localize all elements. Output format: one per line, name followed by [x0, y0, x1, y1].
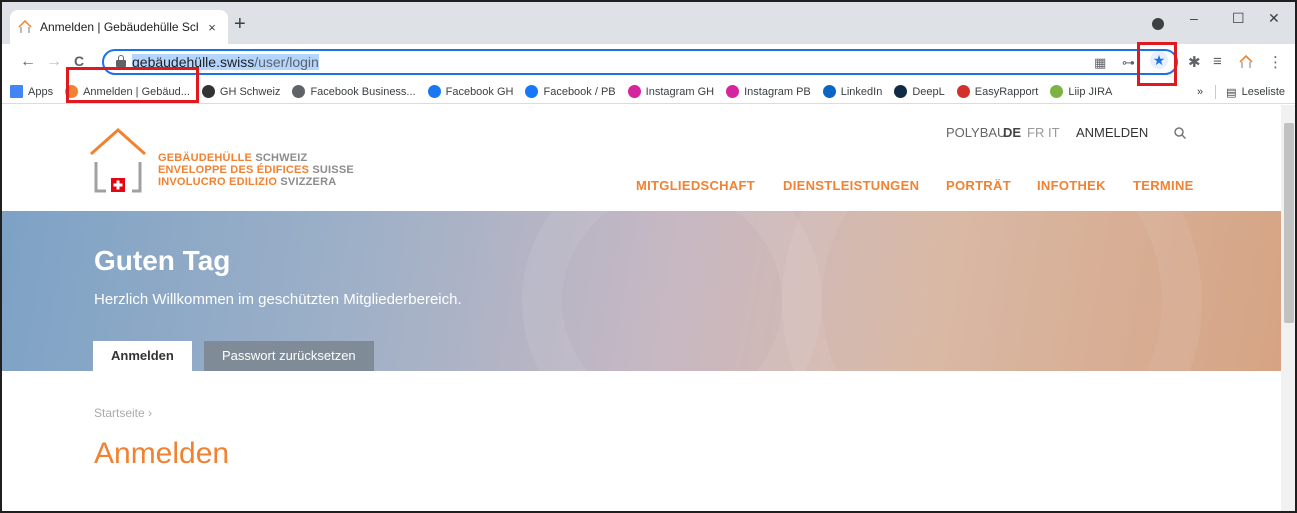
reading-list-icon: ▤ — [1226, 86, 1237, 99]
bookmark-item[interactable]: Instagram PB — [726, 85, 811, 98]
forward-button[interactable]: → — [46, 53, 62, 71]
bookmark-label: Apps — [28, 85, 54, 98]
hero-subtitle: Herzlich Willkommen im geschützten Mitgl… — [94, 291, 462, 308]
profile-icon[interactable] — [1152, 18, 1164, 30]
bookmark-item[interactable]: Instagram GH — [627, 85, 715, 98]
nav-mitgliedschaft[interactable]: MITGLIEDSCHAFT — [636, 178, 755, 193]
logo-line-3-bold: INVOLUCRO EDILIZIO — [158, 176, 278, 188]
browser-tab[interactable]: Anmelden | Gebäudehülle Schwe × — [10, 10, 228, 44]
facebook-icon — [525, 85, 539, 98]
logo-line-3: INVOLUCRO EDILIZIO SVIZZERA — [158, 176, 336, 188]
reading-list-icon[interactable]: ≡ — [1213, 53, 1222, 70]
bookmark-label: EasyRapport — [974, 85, 1039, 98]
decorative-ring — [522, 211, 822, 371]
new-tab-button[interactable]: + — [234, 14, 246, 34]
more-bookmarks-button[interactable]: » — [1197, 86, 1203, 98]
site-logo[interactable]: GEBÄUDEHÜLLE SCHWEIZ ENVELOPPE DES ÉDIFI… — [88, 127, 354, 195]
bookmark-item[interactable]: Apps — [10, 85, 53, 98]
close-tab-icon[interactable]: × — [204, 20, 220, 35]
logo-line-2-bold: ENVELOPPE DES ÉDIFICES — [158, 164, 310, 176]
bookmark-label: Facebook GH — [445, 85, 514, 98]
facebook-business-icon — [292, 85, 306, 98]
nav-polybau[interactable]: POLYBAU — [946, 125, 1006, 140]
hero-title: Guten Tag — [94, 245, 231, 276]
nav-portraet[interactable]: PORTRÄT — [946, 178, 1011, 193]
instagram-icon — [726, 85, 740, 98]
logo-line-1-rest: SCHWEIZ — [255, 152, 308, 164]
gh-icon — [201, 85, 215, 98]
gh-extension-icon[interactable] — [1238, 54, 1254, 70]
tab-strip: Anmelden | Gebäudehülle Schwe × + – ☐ ✕ — [2, 2, 1295, 44]
bookmark-label: Facebook / PB — [543, 85, 616, 98]
address-bar[interactable]: gebäudehülle.swiss/user/login ▦ ⊶ — [102, 49, 1178, 75]
extensions-icon[interactable]: ✱ — [1188, 53, 1201, 71]
logo-line-2: ENVELOPPE DES ÉDIFICES SUISSE — [158, 164, 354, 176]
lang-de[interactable]: DE — [1003, 125, 1021, 140]
bookmark-item[interactable]: Facebook / PB — [525, 85, 616, 98]
nav-termine[interactable]: TERMINE — [1133, 178, 1194, 193]
bookmarks-right: » ▤ Leseliste — [1197, 85, 1285, 99]
highlight-box-star — [1137, 42, 1177, 86]
house-logo-icon — [90, 127, 146, 193]
bookmark-label: Facebook Business... — [310, 85, 416, 98]
bookmark-item[interactable]: DeepL — [894, 85, 945, 98]
logo-line-1: GEBÄUDEHÜLLE SCHWEIZ — [158, 152, 307, 164]
bookmark-item[interactable]: GH Schweiz — [201, 85, 281, 98]
bookmark-item[interactable]: Liip JIRA — [1050, 85, 1112, 98]
bookmark-item[interactable]: Facebook Business... — [292, 85, 416, 98]
search-icon[interactable] — [1174, 127, 1186, 139]
nav-login[interactable]: ANMELDEN — [1076, 125, 1148, 140]
bookmark-label: GH Schweiz — [219, 85, 281, 98]
facebook-icon — [427, 85, 441, 98]
back-button[interactable]: ← — [20, 53, 36, 71]
logo-line-1-bold: GEBÄUDEHÜLLE — [158, 152, 253, 164]
bookmark-item[interactable]: Facebook GH — [427, 85, 514, 98]
scrollbar-thumb[interactable] — [1284, 123, 1294, 323]
nav-infothek[interactable]: INFOTHEK — [1037, 178, 1106, 193]
apps-grid-icon — [10, 85, 23, 98]
highlight-box-bookmark — [66, 67, 199, 103]
bookmark-item[interactable]: EasyRapport — [956, 85, 1039, 98]
jira-icon — [1050, 85, 1064, 98]
breadcrumb[interactable]: Startseite › — [94, 406, 152, 420]
qr-code-icon[interactable]: ▦ — [1094, 55, 1106, 71]
bookmark-label: Liip JIRA — [1068, 85, 1113, 98]
tab-anmelden[interactable]: Anmelden — [93, 341, 192, 371]
easyrapport-icon — [956, 85, 970, 98]
lock-icon[interactable] — [116, 55, 126, 67]
browser-window: Anmelden | Gebäudehülle Schwe × + – ☐ ✕ … — [0, 0, 1297, 513]
logo-line-3-rest: SVIZZERA — [280, 176, 337, 188]
page-title: Anmelden — [94, 437, 230, 470]
gh-house-icon — [18, 20, 32, 33]
tab-title: Anmelden | Gebäudehülle Schwe — [40, 20, 198, 34]
lang-fr[interactable]: FR — [1027, 125, 1044, 140]
tab-passwort-zuruecksetzen[interactable]: Passwort zurücksetzen — [204, 341, 374, 371]
bookmark-label: Instagram PB — [744, 85, 811, 98]
key-icon[interactable]: ⊶ — [1122, 55, 1135, 71]
minimize-button[interactable]: – — [1190, 10, 1198, 26]
bookmark-label: DeepL — [912, 85, 945, 98]
bookmark-item[interactable]: LinkedIn — [822, 85, 883, 98]
reading-list-label[interactable]: Leseliste — [1242, 86, 1285, 98]
page-content: GEBÄUDEHÜLLE SCHWEIZ ENVELOPPE DES ÉDIFI… — [2, 105, 1281, 511]
close-window-button[interactable]: ✕ — [1268, 10, 1280, 27]
nav-dienstleistungen[interactable]: DIENSTLEISTUNGEN — [783, 178, 919, 193]
instagram-icon — [627, 85, 641, 98]
lang-it[interactable]: IT — [1048, 125, 1060, 140]
menu-icon[interactable]: ⋮ — [1268, 53, 1283, 71]
linkedin-icon — [822, 85, 836, 98]
url-path: /user/login — [254, 54, 319, 70]
decorative-ring — [782, 211, 1202, 371]
hero-banner: Guten Tag Herzlich Willkommen im geschüt… — [2, 211, 1281, 371]
deepl-icon — [894, 85, 908, 98]
divider — [1215, 85, 1217, 99]
maximize-button[interactable]: ☐ — [1232, 10, 1245, 27]
logo-line-2-rest: SUISSE — [312, 164, 354, 176]
bookmark-label: LinkedIn — [840, 85, 883, 98]
bookmark-label: Instagram GH — [645, 85, 715, 98]
page-scrollbar[interactable] — [1281, 105, 1295, 511]
